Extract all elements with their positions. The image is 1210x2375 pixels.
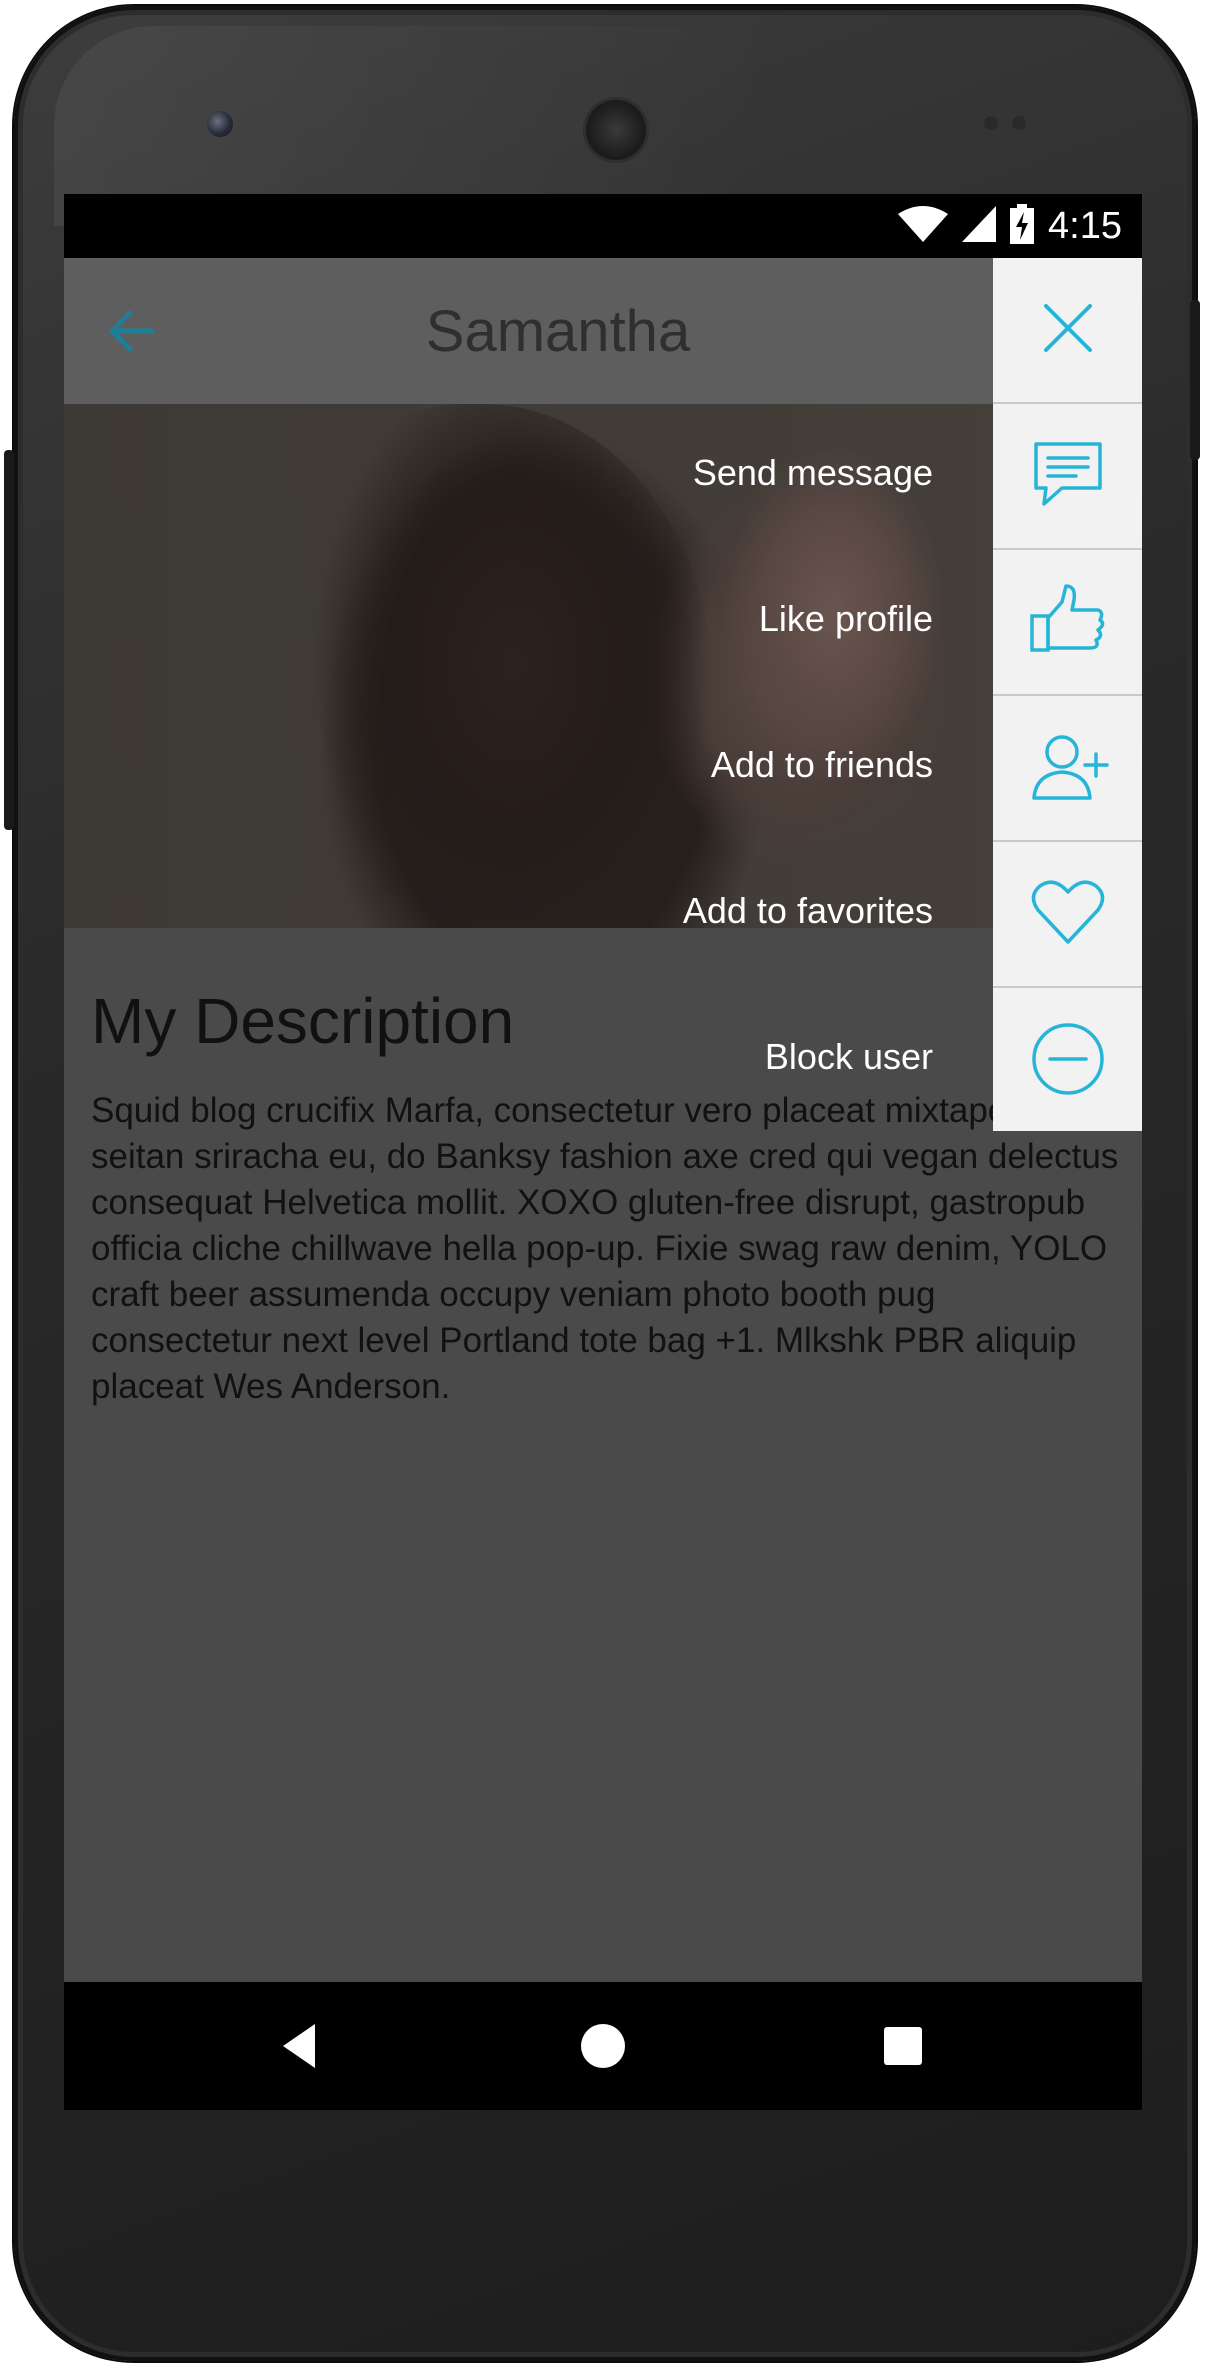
nav-home-icon[interactable] (575, 2018, 631, 2074)
status-bar: 4:15 (64, 194, 1142, 258)
chat-bubble-icon (1026, 432, 1110, 521)
add-to-favorites-button[interactable] (993, 842, 1142, 988)
add-to-friends-button[interactable] (993, 696, 1142, 842)
nav-back-icon[interactable] (275, 2018, 331, 2074)
navigation-bar (64, 1982, 1142, 2110)
status-icons: 4:15 (898, 203, 1122, 249)
close-menu-button[interactable] (993, 258, 1142, 404)
like-profile-button[interactable] (993, 550, 1142, 696)
power-button[interactable] (4, 450, 14, 830)
screen: 4:15 Samantha My Description Squid blog … (64, 194, 1142, 2110)
minus-circle-icon (1026, 1017, 1110, 1106)
menu-label-block-user[interactable]: Block user (765, 1036, 933, 1078)
volume-button[interactable] (1190, 300, 1200, 460)
cell-signal-icon (962, 205, 997, 247)
heart-icon (1026, 870, 1110, 959)
app-bar: Samantha (64, 258, 1142, 404)
description-title: My Description (91, 985, 515, 1057)
block-user-button[interactable] (993, 988, 1142, 1134)
wifi-icon (898, 205, 949, 247)
thumbs-up-icon (1026, 578, 1110, 667)
light-sensor (1012, 116, 1026, 130)
menu-label-like-profile[interactable]: Like profile (759, 598, 933, 640)
photo-hair-shape (294, 404, 714, 928)
proximity-sensor (984, 116, 998, 130)
add-user-icon (1026, 724, 1110, 813)
status-time: 4:15 (1048, 204, 1122, 247)
menu-label-send-message[interactable]: Send message (693, 452, 933, 494)
menu-label-add-to-favorites[interactable]: Add to favorites (683, 890, 933, 932)
nav-recents-icon[interactable] (875, 2018, 931, 2074)
description-body: Squid blog crucifix Marfa, consectetur v… (91, 1091, 1119, 1406)
action-menu (993, 258, 1142, 1131)
menu-label-add-to-friends[interactable]: Add to friends (711, 744, 933, 786)
send-message-button[interactable] (993, 404, 1142, 550)
front-camera (207, 111, 233, 137)
close-icon (1026, 286, 1110, 375)
page-title: Samantha (425, 299, 691, 364)
profile-photo (64, 404, 1142, 928)
description-section: My Description Squid blog crucifix Marfa… (91, 984, 1121, 1410)
earpiece-speaker (586, 100, 646, 160)
battery-charging-icon (1010, 203, 1035, 249)
